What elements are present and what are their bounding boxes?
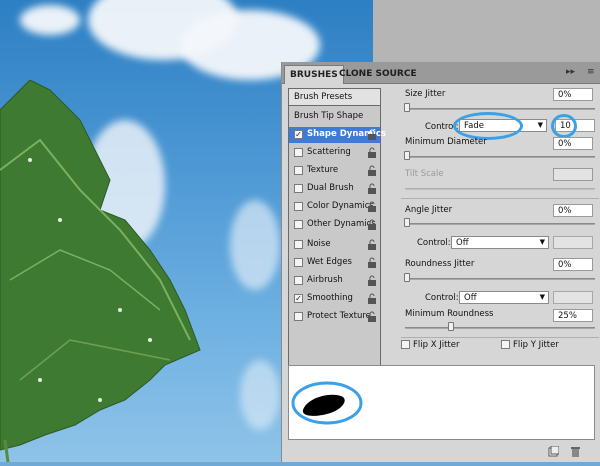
checkbox[interactable] <box>294 220 303 229</box>
checkbox[interactable] <box>401 340 410 349</box>
checkbox[interactable] <box>294 202 303 211</box>
panel-menu-icon[interactable]: ≡ <box>587 67 595 77</box>
divider <box>401 198 599 199</box>
size-jitter-value[interactable]: 0% <box>553 88 593 101</box>
lock-icon[interactable] <box>367 183 377 194</box>
lock-icon[interactable] <box>367 201 377 212</box>
checkbox[interactable] <box>294 276 303 285</box>
cloud <box>20 5 80 35</box>
option-scattering[interactable]: Scattering <box>289 145 380 161</box>
minimum-diameter-value[interactable]: 0% <box>553 137 593 150</box>
angle-jitter-value[interactable]: 0% <box>553 204 593 217</box>
control-number-field <box>553 291 593 304</box>
control-number-field <box>553 236 593 249</box>
shape-dynamics-settings: Size Jitter 0% Control: Fade ▼ 10 Minimum… <box>401 84 600 380</box>
minimum-diameter-track[interactable] <box>405 156 595 158</box>
lock-icon[interactable] <box>367 257 377 268</box>
flip-y-jitter[interactable]: Flip Y Jitter <box>501 340 559 350</box>
option-texture[interactable]: Texture <box>289 163 380 179</box>
dropdown-arrow-icon: ▼ <box>539 293 545 301</box>
cloud <box>240 360 280 430</box>
minimum-diameter-label: Minimum Diameter <box>405 137 487 147</box>
size-jitter-track[interactable] <box>405 108 595 110</box>
lock-icon[interactable] <box>367 219 377 230</box>
canvas-gray-area <box>373 0 600 62</box>
tilt-scale-label: Tilt Scale <box>405 169 444 179</box>
highlight-circle <box>551 114 577 138</box>
checkbox[interactable] <box>294 184 303 193</box>
dropdown-arrow-icon: ▼ <box>539 238 545 246</box>
lock-icon[interactable] <box>367 293 377 304</box>
minimum-roundness-value[interactable]: 25% <box>553 309 593 322</box>
brushes-panel: BRUSHES CLONE SOURCE ▸▸ ≡ Brush Presets … <box>281 62 600 462</box>
brush-preview <box>288 365 595 440</box>
lock-icon[interactable] <box>367 165 377 176</box>
size-jitter-slider[interactable] <box>404 103 410 112</box>
lock-icon[interactable] <box>367 275 377 286</box>
checkbox[interactable] <box>294 148 303 157</box>
lock-icon[interactable] <box>367 129 377 140</box>
checkbox[interactable] <box>294 166 303 175</box>
lock-icon[interactable] <box>367 147 377 158</box>
lock-icon[interactable] <box>367 311 377 322</box>
roundness-jitter-track[interactable] <box>405 278 595 280</box>
roundness-jitter-slider[interactable] <box>404 273 410 282</box>
checkbox[interactable]: ✓ <box>294 294 303 303</box>
option-shape-dynamics[interactable]: ✓ Shape Dynamics <box>289 127 386 143</box>
angle-jitter-slider[interactable] <box>404 218 410 227</box>
minimum-diameter-slider[interactable] <box>404 151 410 160</box>
option-protect-texture[interactable]: Protect Texture <box>289 309 380 325</box>
flip-x-jitter[interactable]: Flip X Jitter <box>401 340 460 350</box>
brush-presets-button[interactable]: Brush Presets <box>289 89 380 106</box>
minimum-roundness-track[interactable] <box>405 327 595 329</box>
leaf-image <box>0 79 210 463</box>
option-smoothing[interactable]: ✓ Smoothing <box>289 291 380 307</box>
trash-icon[interactable] <box>570 446 581 457</box>
option-noise[interactable]: Noise <box>289 237 380 253</box>
brush-tip-shape-item[interactable]: Brush Tip Shape <box>294 111 363 121</box>
option-color-dynamics[interactable]: Color Dynamics <box>289 199 380 215</box>
brush-options-list: Brush Presets Brush Tip Shape ✓ Shape Dy… <box>288 88 386 379</box>
control-select[interactable]: Off ▼ <box>451 236 549 249</box>
option-airbrush[interactable]: Airbrush <box>289 273 380 289</box>
panel-tab-bar: BRUSHES CLONE SOURCE ▸▸ ≡ <box>282 62 600 84</box>
panel-bottom-bar <box>282 444 600 462</box>
tilt-scale-value <box>553 168 593 181</box>
option-wet-edges[interactable]: Wet Edges <box>289 255 380 271</box>
angle-jitter-label: Angle Jitter <box>405 205 453 215</box>
tilt-scale-track <box>405 188 595 190</box>
control-label: Control: <box>417 238 451 248</box>
option-other-dynamics[interactable]: Other Dynamics <box>289 217 380 233</box>
checkbox[interactable] <box>294 258 303 267</box>
minimum-roundness-slider[interactable] <box>448 322 454 331</box>
checkbox[interactable] <box>501 340 510 349</box>
minimum-roundness-label: Minimum Roundness <box>405 309 494 319</box>
size-jitter-label: Size Jitter <box>405 89 446 99</box>
new-brush-icon[interactable] <box>548 446 559 457</box>
collapse-icon[interactable]: ▸▸ <box>566 67 575 77</box>
divider <box>401 337 599 338</box>
tab-clone-source[interactable]: CLONE SOURCE <box>334 65 422 84</box>
highlight-circle <box>453 112 523 140</box>
checkbox[interactable] <box>294 240 303 249</box>
checkbox[interactable]: ✓ <box>294 130 303 139</box>
checkbox[interactable] <box>294 312 303 321</box>
control-select[interactable]: Off ▼ <box>459 291 549 304</box>
lock-icon[interactable] <box>367 239 377 250</box>
option-dual-brush[interactable]: Dual Brush <box>289 181 380 197</box>
dropdown-arrow-icon: ▼ <box>537 121 543 129</box>
cloud <box>230 200 280 290</box>
control-label: Control: <box>425 293 459 303</box>
roundness-jitter-value[interactable]: 0% <box>553 258 593 271</box>
roundness-jitter-label: Roundness Jitter <box>405 259 475 269</box>
angle-jitter-track[interactable] <box>405 223 595 225</box>
